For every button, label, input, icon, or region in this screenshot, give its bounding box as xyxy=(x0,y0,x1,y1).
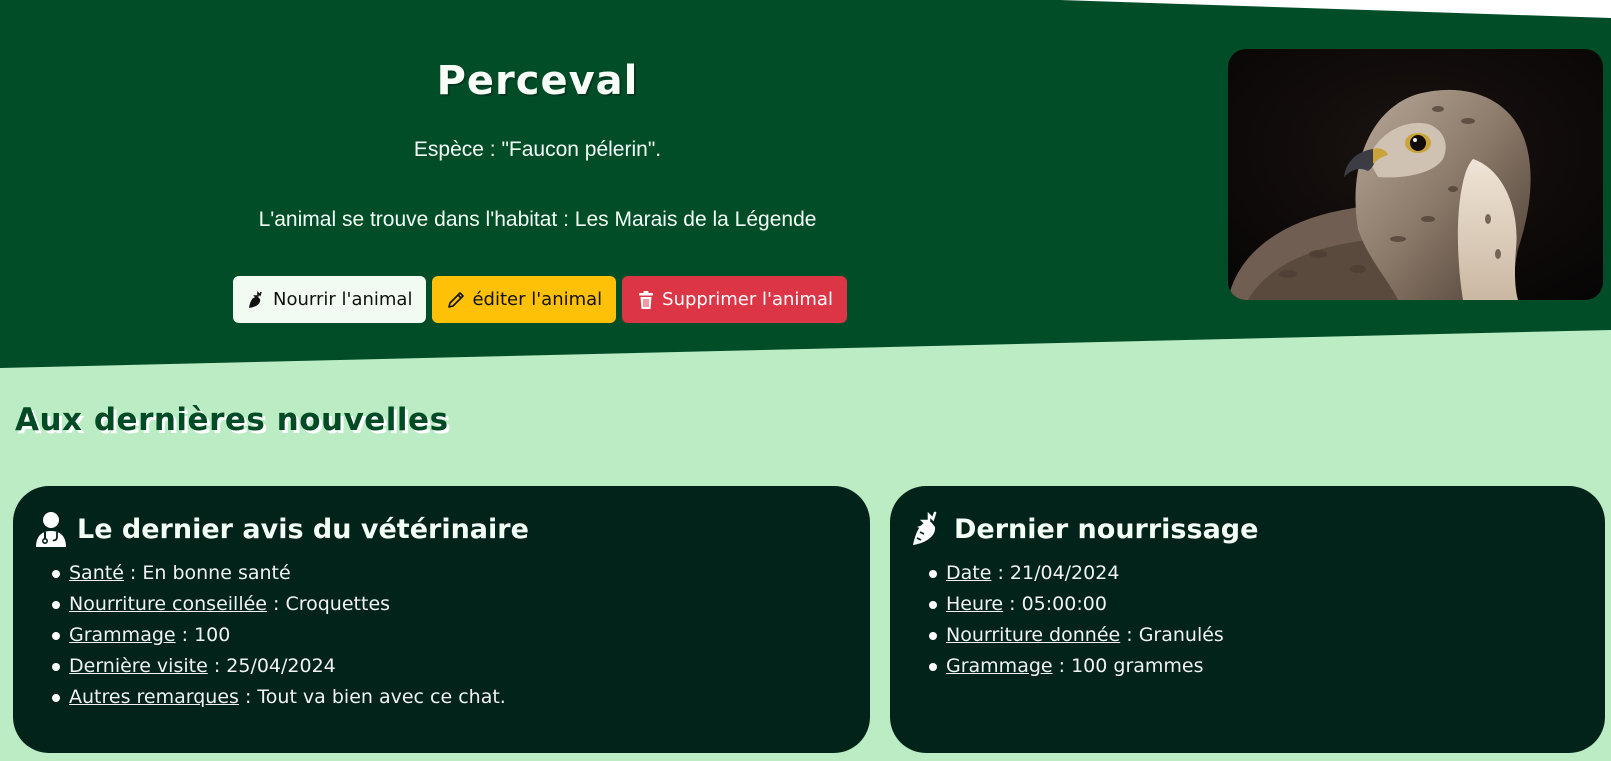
feeding-card: Dernier nourrissage Date : 21/04/2024 He… xyxy=(890,486,1605,753)
edit-animal-button[interactable]: éditer l'animal xyxy=(432,276,617,323)
health-key[interactable]: Santé xyxy=(69,562,124,584)
quantity-key[interactable]: Grammage xyxy=(946,655,1053,677)
news-heading: Aux dernières nouvelles xyxy=(15,402,449,438)
animal-actions: Nourrir l'animal éditer l'animal Supprim… xyxy=(233,276,847,323)
feed-animal-button[interactable]: Nourrir l'animal xyxy=(233,276,427,323)
time-value: : 05:00:00 xyxy=(1003,593,1107,615)
animal-photo xyxy=(1228,49,1603,300)
list-item: Date : 21/04/2024 xyxy=(929,558,1583,589)
trash-icon xyxy=(639,290,654,309)
quantity-value: : 100 grammes xyxy=(1052,655,1204,677)
list-item: Grammage : 100 grammes xyxy=(929,651,1583,682)
list-item: Dernière visite : 25/04/2024 xyxy=(52,651,848,682)
list-item: Nourriture donnée : Granulés xyxy=(929,620,1583,651)
time-key[interactable]: Heure xyxy=(946,593,1003,615)
list-item: Heure : 05:00:00 xyxy=(929,589,1583,620)
animal-name: Perceval xyxy=(436,58,639,104)
last-visit-key[interactable]: Dernière visite xyxy=(69,655,208,677)
weight-value: : 100 xyxy=(175,624,231,646)
delete-animal-label: Supprimer l'animal xyxy=(662,289,833,310)
other-remarks-key[interactable]: Autres remarques xyxy=(69,686,239,708)
feed-animal-label: Nourrir l'animal xyxy=(273,289,413,310)
delete-animal-button[interactable]: Supprimer l'animal xyxy=(622,276,847,323)
recommended-food-key[interactable]: Nourriture conseillée xyxy=(69,593,267,615)
feeding-info-list: Date : 21/04/2024 Heure : 05:00:00 Nourr… xyxy=(910,558,1583,682)
date-value: : 21/04/2024 xyxy=(991,562,1120,584)
recommended-food-value: : Croquettes xyxy=(266,593,391,615)
vet-card: Le dernier avis du vétérinaire Santé : E… xyxy=(13,486,870,753)
food-given-key[interactable]: Nourriture donnée xyxy=(946,624,1120,646)
feeding-card-title-text: Dernier nourrissage xyxy=(954,513,1259,545)
doctor-icon xyxy=(36,512,66,547)
list-item: Autres remarques : Tout va bien avec ce … xyxy=(52,682,848,713)
vet-info-list: Santé : En bonne santé Nourriture consei… xyxy=(33,558,848,713)
other-remarks-value: : Tout va bien avec ce chat. xyxy=(238,686,506,708)
carrot-icon xyxy=(913,511,937,545)
last-visit-value: : 25/04/2024 xyxy=(207,655,336,677)
health-value: : En bonne santé xyxy=(123,562,291,584)
animal-header: Perceval Espèce : "Faucon pélerin". L'an… xyxy=(0,58,1075,232)
species-text: Espèce : "Faucon pélerin". xyxy=(413,138,662,161)
list-item: Nourriture conseillée : Croquettes xyxy=(52,589,848,620)
list-item: Santé : En bonne santé xyxy=(52,558,848,589)
vet-card-title-text: Le dernier avis du vétérinaire xyxy=(77,513,529,545)
weight-key[interactable]: Grammage xyxy=(69,624,176,646)
falcon-photo xyxy=(1228,49,1603,300)
habitat-text: L'animal se trouve dans l'habitat : Les … xyxy=(258,208,817,231)
list-item: Grammage : 100 xyxy=(52,620,848,651)
vet-card-title: Le dernier avis du vétérinaire xyxy=(33,510,848,548)
food-given-value: : Granulés xyxy=(1120,624,1224,646)
edit-animal-label: éditer l'animal xyxy=(472,289,603,310)
date-key[interactable]: Date xyxy=(946,562,991,584)
carrot-icon xyxy=(249,290,262,308)
feeding-card-title: Dernier nourrissage xyxy=(910,510,1583,548)
pencil-icon xyxy=(448,291,465,308)
